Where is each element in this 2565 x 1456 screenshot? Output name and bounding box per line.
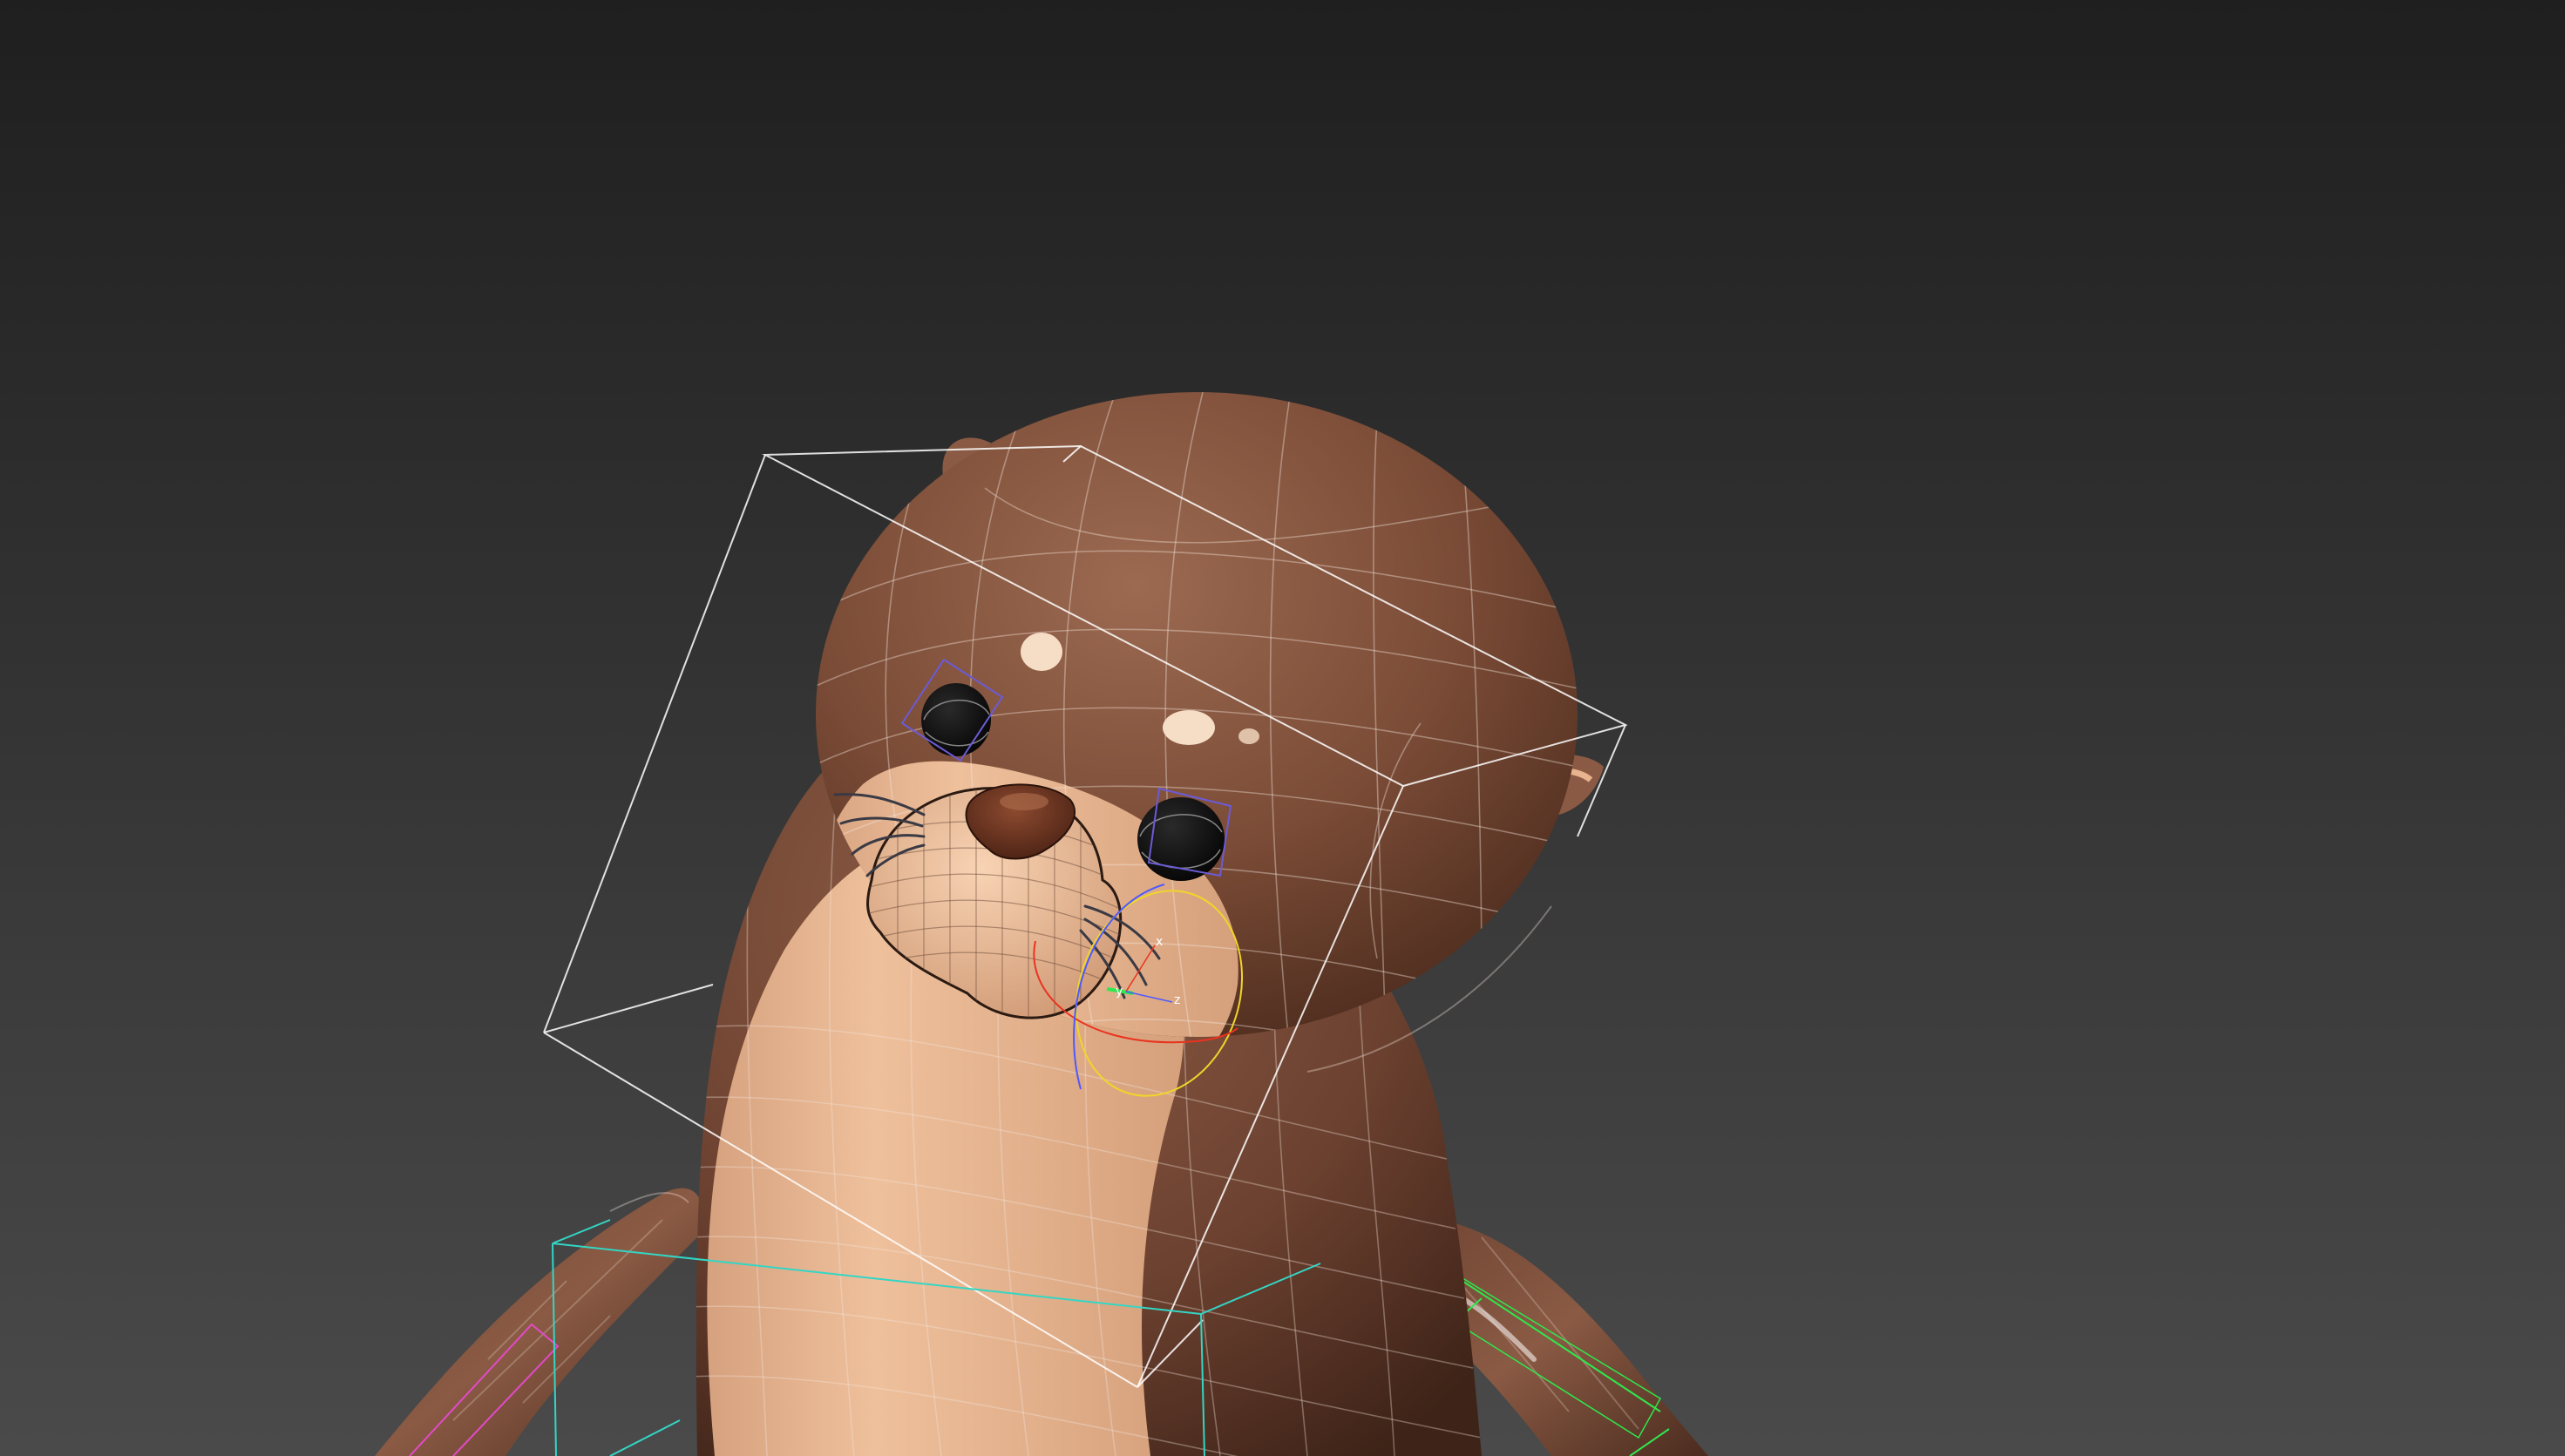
- head-highlight: [1021, 633, 1062, 671]
- gizmo-axis-y-label: y: [1116, 985, 1123, 999]
- head-highlight: [1238, 728, 1259, 744]
- 3d-viewport[interactable]: x y z: [0, 0, 2565, 1456]
- head-highlight: [1163, 710, 1215, 745]
- viewport-canvas[interactable]: x y z: [0, 0, 2565, 1456]
- gizmo-axis-x-label: x: [1156, 935, 1163, 949]
- gizmo-axis-z-label: z: [1174, 993, 1180, 1007]
